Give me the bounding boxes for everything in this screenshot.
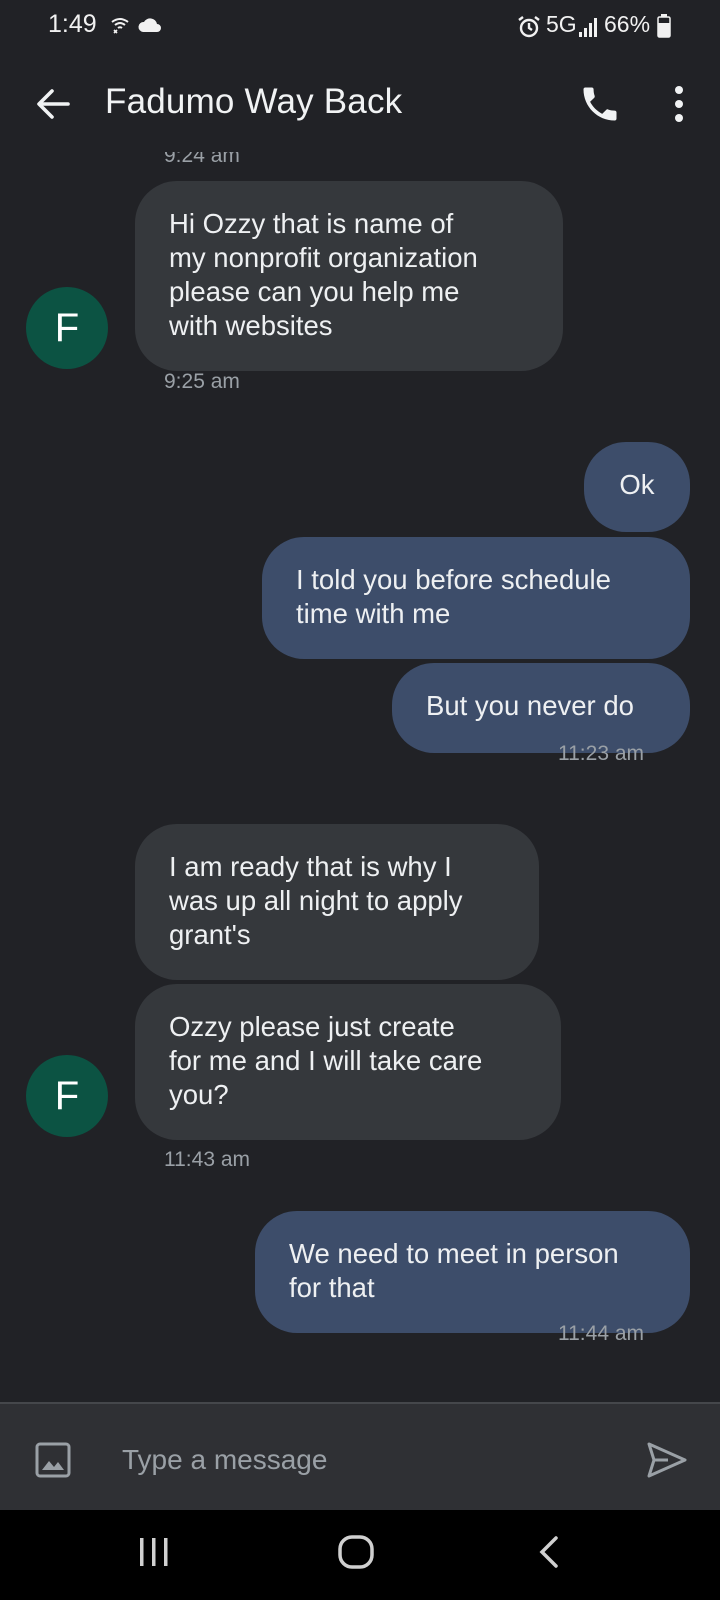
home-icon[interactable] bbox=[336, 1532, 376, 1577]
message-input[interactable] bbox=[120, 1434, 604, 1486]
back-arrow-icon[interactable] bbox=[32, 82, 76, 126]
app-bar: Fadumo Way Back bbox=[0, 56, 720, 152]
send-icon[interactable] bbox=[646, 1440, 688, 1480]
status-bar: 1:49 5G 66% bbox=[0, 0, 720, 56]
outgoing-message[interactable]: We need to meet in person for that bbox=[255, 1211, 690, 1333]
network-label: 5G bbox=[546, 11, 577, 37]
signal-icon bbox=[578, 14, 600, 43]
message-timestamp: 9:25 am bbox=[164, 370, 240, 393]
alarm-icon bbox=[516, 14, 542, 45]
contact-avatar[interactable]: F bbox=[26, 1055, 108, 1137]
cloud-icon bbox=[137, 16, 163, 39]
image-icon[interactable] bbox=[35, 1442, 71, 1478]
outgoing-message[interactable]: But you never do bbox=[392, 663, 690, 753]
more-vert-icon[interactable] bbox=[664, 84, 694, 124]
back-icon[interactable] bbox=[534, 1532, 564, 1577]
status-time: 1:49 bbox=[48, 10, 97, 38]
outgoing-message[interactable]: Ok bbox=[584, 442, 690, 532]
message-timestamp: 11:43 am bbox=[164, 1148, 250, 1171]
battery-icon bbox=[657, 14, 671, 43]
recents-icon[interactable] bbox=[136, 1532, 172, 1577]
wifi-calling-icon bbox=[108, 14, 132, 43]
incoming-message[interactable]: Hi Ozzy that is name of my nonprofit org… bbox=[135, 181, 563, 371]
incoming-message[interactable]: I am ready that is why I was up all nigh… bbox=[135, 824, 539, 980]
message-composer bbox=[0, 1402, 720, 1510]
conversation-title: Fadumo Way Back bbox=[105, 82, 403, 121]
battery-percent: 66% bbox=[604, 11, 651, 37]
system-nav-bar bbox=[0, 1510, 720, 1600]
message-timestamp: 11:44 am bbox=[558, 1322, 644, 1345]
outgoing-message[interactable]: I told you before schedule time with me bbox=[262, 537, 690, 659]
contact-avatar[interactable]: F bbox=[26, 287, 108, 369]
message-timestamp: 9:24 am bbox=[164, 152, 240, 167]
phone-icon[interactable] bbox=[578, 82, 622, 126]
message-thread[interactable]: 9:24 am Hi Ozzy that is name of my nonpr… bbox=[0, 152, 720, 1402]
message-timestamp: 11:23 am bbox=[558, 742, 644, 765]
incoming-message[interactable]: Ozzy please just create for me and I wil… bbox=[135, 984, 561, 1140]
